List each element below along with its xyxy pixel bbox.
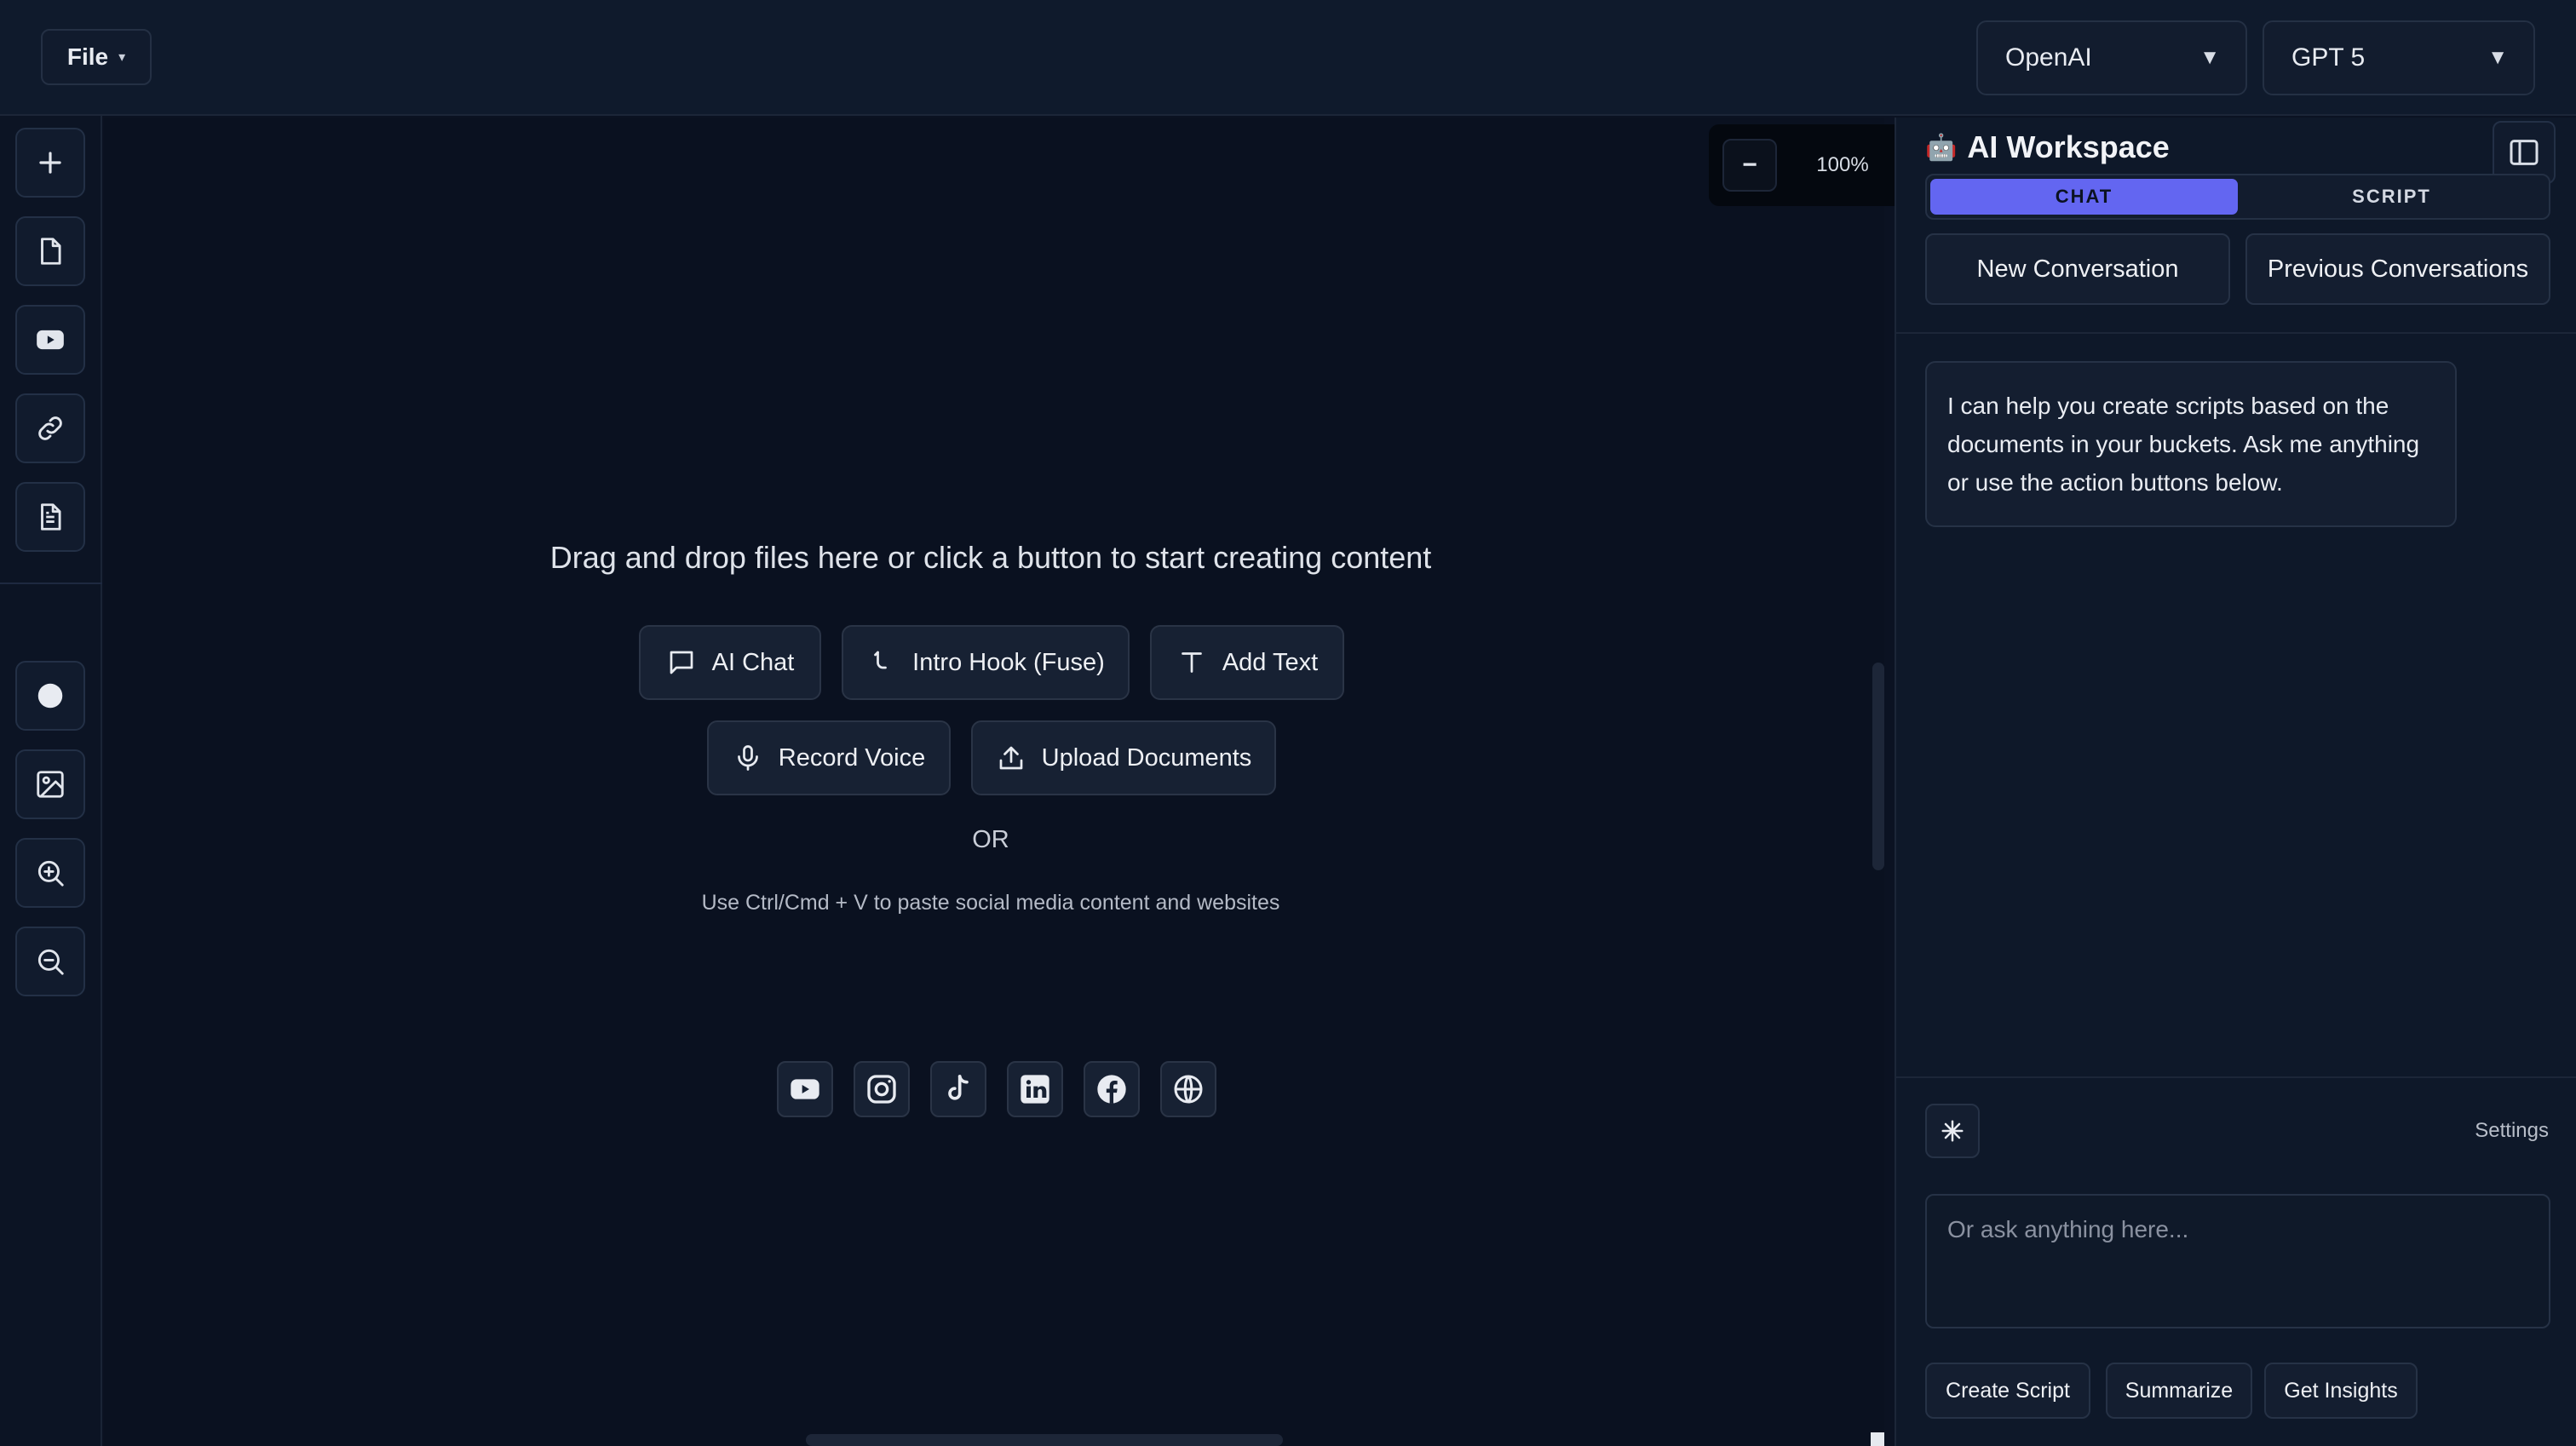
website-source-button[interactable] xyxy=(1160,1061,1216,1117)
sparkle-button[interactable] xyxy=(1925,1104,1980,1158)
plus-icon xyxy=(39,152,61,174)
chat-input[interactable] xyxy=(1925,1194,2550,1328)
text-file-icon xyxy=(41,503,61,531)
social-source-row xyxy=(777,1061,1216,1117)
linkedin-source-button[interactable] xyxy=(1007,1061,1063,1117)
dropdown-arrow-icon: ▼ xyxy=(2487,46,2508,69)
settings-link[interactable]: Settings xyxy=(2475,1119,2549,1143)
record-voice-label: Record Voice xyxy=(778,743,926,772)
previous-conversations-button[interactable]: Previous Conversations xyxy=(2245,233,2550,305)
add-document-button[interactable] xyxy=(15,216,85,286)
instagram-icon xyxy=(867,1075,896,1104)
add-text-button[interactable]: Add Text xyxy=(1150,625,1344,700)
linkedin-icon xyxy=(1021,1075,1049,1104)
zoom-out-icon xyxy=(37,949,64,975)
empty-state-headline: Drag and drop files here or click a butt… xyxy=(549,540,1432,575)
app-window: File ▾ OpenAI ▼ GPT 5 ▼ − 100% Drag and … xyxy=(0,0,2576,1446)
upload-documents-label: Upload Documents xyxy=(1041,743,1252,772)
model-value: GPT 5 xyxy=(2291,43,2366,72)
microphone-icon xyxy=(737,745,758,771)
chat-bubble-icon xyxy=(670,651,693,674)
or-separator: OR xyxy=(972,826,1009,853)
add-text-label: Add Text xyxy=(1222,648,1319,676)
upload-documents-button[interactable]: Upload Documents xyxy=(971,720,1276,795)
sidebar-layout-icon xyxy=(2510,140,2539,165)
horizontal-scrollbar[interactable] xyxy=(806,1434,1283,1446)
file-menu-button[interactable]: File ▾ xyxy=(41,29,152,85)
zoom-in-icon xyxy=(37,860,64,887)
provider-value: OpenAI xyxy=(2005,43,2092,72)
add-button[interactable] xyxy=(15,128,85,198)
vertical-scrollbar[interactable] xyxy=(1872,663,1884,870)
circle-icon xyxy=(37,683,63,709)
globe-icon xyxy=(1174,1075,1203,1104)
tiktok-source-button[interactable] xyxy=(930,1061,986,1117)
resize-corner[interactable] xyxy=(1871,1432,1884,1446)
add-image-button[interactable] xyxy=(15,749,85,819)
workspace-title: 🤖 AI Workspace xyxy=(1925,129,2170,165)
panel-divider xyxy=(1896,1076,2576,1078)
document-icon xyxy=(41,238,61,265)
file-menu-label: File xyxy=(66,43,109,70)
panel-divider xyxy=(1896,332,2576,334)
paste-hint: Use Ctrl/Cmd + V to paste social media c… xyxy=(701,891,1280,915)
top-bar: File ▾ OpenAI ▼ GPT 5 ▼ xyxy=(0,0,2576,116)
zoom-in-tool-button[interactable] xyxy=(15,838,85,908)
zoom-level: 100% xyxy=(1816,153,1869,176)
new-conversation-button[interactable]: New Conversation xyxy=(1925,233,2230,305)
model-select[interactable]: GPT 5 ▼ xyxy=(2263,20,2535,95)
workspace-tabs: CHAT SCRIPT xyxy=(1925,174,2550,220)
image-icon xyxy=(37,771,64,798)
upload-icon xyxy=(999,746,1023,770)
add-youtube-button[interactable] xyxy=(15,305,85,375)
zoom-out-tool-button[interactable] xyxy=(15,927,85,996)
robot-icon: 🤖 xyxy=(1925,133,1958,162)
intro-hook-label: Intro Hook (Fuse) xyxy=(912,648,1105,676)
create-script-button[interactable]: Create Script xyxy=(1925,1363,2090,1419)
get-insights-button[interactable]: Get Insights xyxy=(2264,1363,2418,1419)
toolbar-divider xyxy=(0,582,102,584)
provider-select[interactable]: OpenAI ▼ xyxy=(1976,20,2247,95)
youtube-icon xyxy=(791,1079,819,1099)
dropdown-arrow-icon: ▼ xyxy=(2199,46,2220,69)
assistant-message: I can help you create scripts based on t… xyxy=(1925,361,2457,527)
youtube-source-button[interactable] xyxy=(777,1061,833,1117)
youtube-icon xyxy=(37,330,64,350)
record-voice-button[interactable]: Record Voice xyxy=(707,720,951,795)
shape-circle-button[interactable] xyxy=(15,661,85,731)
tab-chat[interactable]: CHAT xyxy=(1930,179,2238,215)
chevron-down-icon: ▾ xyxy=(118,50,126,65)
workspace-title-text: AI Workspace xyxy=(1967,129,2170,164)
add-text-file-button[interactable] xyxy=(15,482,85,552)
tiktok-icon xyxy=(948,1075,969,1100)
left-toolbar xyxy=(0,116,102,1446)
canvas-area[interactable]: − 100% + Drag and drop files here or cli… xyxy=(104,118,1976,1446)
sparkle-icon xyxy=(1941,1120,1964,1142)
ai-chat-button[interactable]: AI Chat xyxy=(639,625,821,700)
facebook-icon xyxy=(1097,1075,1126,1104)
hook-icon xyxy=(874,651,888,669)
intro-hook-button[interactable]: Intro Hook (Fuse) xyxy=(842,625,1130,700)
summarize-button[interactable]: Summarize xyxy=(2106,1363,2252,1419)
ai-chat-label: AI Chat xyxy=(711,648,795,676)
tab-script[interactable]: SCRIPT xyxy=(2238,179,2545,215)
link-icon xyxy=(38,416,62,440)
instagram-source-button[interactable] xyxy=(854,1061,910,1117)
text-icon xyxy=(1181,652,1202,673)
ai-workspace-panel: 🤖 AI Workspace CHAT SCRIPT New Conversat… xyxy=(1895,118,2576,1446)
add-link-button[interactable] xyxy=(15,393,85,463)
zoom-out-button[interactable]: − xyxy=(1722,139,1777,192)
facebook-source-button[interactable] xyxy=(1084,1061,1140,1117)
